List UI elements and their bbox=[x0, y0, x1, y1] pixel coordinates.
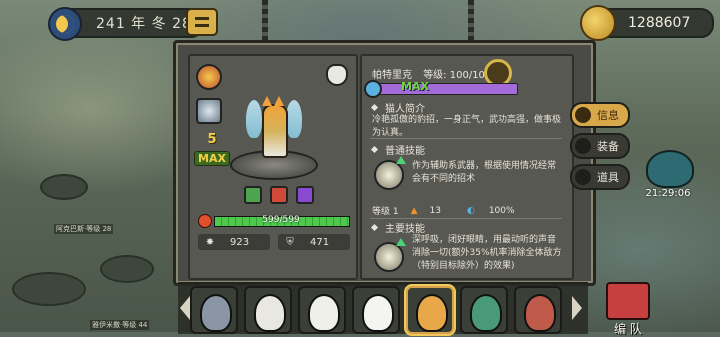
fire-icon: ▲ bbox=[410, 205, 418, 216]
exp-orb-icon bbox=[364, 80, 382, 98]
intro-text: 冷艳孤傲的豹招，一身正气，武功高强，做事极为认真。 bbox=[372, 115, 562, 138]
wing-left bbox=[246, 100, 262, 138]
character-ear bbox=[262, 96, 272, 106]
event-timer[interactable]: 21:29:06 bbox=[642, 150, 694, 200]
menu-icon bbox=[195, 17, 209, 27]
roster-hero-slot[interactable] bbox=[514, 286, 562, 334]
coin-count: 1288607 bbox=[628, 15, 691, 31]
tab-items-label: 道具 bbox=[597, 171, 619, 184]
team-formation-button[interactable]: 编 队 bbox=[600, 282, 656, 336]
hero-portrait bbox=[470, 294, 502, 332]
star-level-badge: 5 MAX bbox=[194, 132, 230, 166]
team-icon bbox=[606, 282, 650, 320]
background-rock bbox=[40, 174, 88, 200]
skill-level: 等级 1 bbox=[372, 207, 399, 217]
hero-portrait-card: 5 MAX 599/599 ✸ 923 ⛨ 471 bbox=[188, 54, 358, 280]
max-badge: MAX bbox=[194, 151, 230, 166]
roster-hero-slot[interactable] bbox=[352, 286, 400, 334]
coin-icon bbox=[580, 5, 616, 41]
attack-stat: ✸ 923 bbox=[198, 234, 270, 250]
exp-bar: MAX bbox=[370, 80, 518, 95]
nature-icon bbox=[244, 186, 262, 204]
hero-detail-card: 帕特里克 等级: 100/100 MAX 猫人简介 冷艳孤傲的豹招，一身正气，武… bbox=[360, 54, 574, 280]
hero-portrait bbox=[308, 294, 340, 332]
heart-icon bbox=[198, 214, 212, 228]
info-icon bbox=[575, 107, 591, 123]
roster-hero-slot[interactable] bbox=[460, 286, 508, 334]
panel-chain bbox=[262, 0, 268, 42]
divider bbox=[370, 138, 562, 139]
add-rabbit-icon[interactable] bbox=[326, 64, 348, 86]
background-rock bbox=[12, 272, 86, 306]
panel-chain bbox=[468, 0, 474, 42]
weapon-icon[interactable] bbox=[196, 98, 222, 124]
roster-next-arrow[interactable] bbox=[572, 296, 582, 320]
hero-portrait bbox=[254, 294, 286, 332]
roster-hero-slot-selected[interactable] bbox=[406, 286, 454, 334]
upgrade-arrow-icon bbox=[396, 156, 406, 164]
hp-text: 599/599 bbox=[262, 215, 300, 225]
star-level: 5 bbox=[207, 132, 217, 147]
tab-info-label: 信息 bbox=[597, 109, 619, 122]
main-skill-text: 深呼吸，闭好眼睛，用最动听的声音消除一切(额外35%机率消除全体敌方（特别目标除… bbox=[412, 235, 562, 271]
moon-phase-icon bbox=[48, 7, 82, 41]
defense-icon: ⛨ bbox=[286, 236, 294, 248]
shield-icon bbox=[575, 138, 591, 154]
normal-skill-title: 普通技能 bbox=[372, 142, 425, 157]
tab-equipment[interactable]: 装备 bbox=[570, 133, 630, 159]
hero-name-line: 帕特里克 等级: 100/100 bbox=[372, 66, 499, 81]
character-sprite bbox=[262, 104, 288, 158]
hero-portrait bbox=[362, 294, 394, 332]
date-display: 241 年 冬 28 bbox=[48, 7, 204, 41]
roster-prev-arrow[interactable] bbox=[180, 296, 190, 320]
npc-tag: 雅伊米撒·等级 44 bbox=[90, 320, 150, 330]
attack-value: 923 bbox=[230, 236, 250, 248]
magic-icon bbox=[296, 186, 314, 204]
bag-icon bbox=[575, 169, 591, 185]
skill-value-2: 100% bbox=[488, 205, 515, 216]
tab-items[interactable]: 道具 bbox=[570, 164, 630, 190]
upgrade-arrow-icon bbox=[396, 238, 406, 246]
hero-portrait bbox=[200, 294, 232, 332]
team-label: 编 队 bbox=[614, 322, 642, 336]
normal-skill-level-row: 等级 1 ▲ 13 ◐ 100% bbox=[372, 204, 515, 218]
normal-skill-icon[interactable] bbox=[374, 160, 404, 190]
tab-equipment-label: 装备 bbox=[597, 140, 619, 153]
background-rock bbox=[100, 255, 154, 283]
monster-icon bbox=[646, 150, 694, 188]
defense-value: 471 bbox=[310, 236, 330, 248]
timer-text: 21:29:06 bbox=[645, 188, 691, 199]
defense-stat: ⛨ 471 bbox=[278, 234, 350, 250]
hero-portrait bbox=[416, 294, 448, 332]
max-bar-label: MAX bbox=[401, 80, 429, 93]
shield-icon bbox=[270, 186, 288, 204]
wing-right bbox=[286, 100, 302, 138]
roster-hero-slot[interactable] bbox=[190, 286, 238, 334]
roster-hero-slot[interactable] bbox=[244, 286, 292, 334]
wave-icon: ◐ bbox=[466, 205, 475, 216]
attack-icon: ✸ bbox=[205, 236, 215, 248]
character-ear bbox=[274, 96, 284, 106]
coin-display: 1288607 bbox=[580, 5, 714, 41]
hp-row: 599/599 bbox=[198, 214, 350, 228]
divider bbox=[370, 218, 562, 219]
hero-level: 等级: 100/100 bbox=[423, 70, 492, 81]
date-text: 241 年 冬 28 bbox=[96, 16, 192, 32]
normal-skill-text: 作为辅助系武器，根据使用情况经常会有不同的招术 bbox=[412, 161, 557, 184]
hero-portrait bbox=[524, 294, 556, 332]
main-skill-title: 主要技能 bbox=[372, 220, 425, 235]
roster-hero-slot[interactable] bbox=[298, 286, 346, 334]
main-skill-icon[interactable] bbox=[374, 242, 404, 272]
menu-button[interactable] bbox=[186, 8, 218, 36]
npc-tag: 阿克巴斯·等级 28 bbox=[54, 224, 114, 234]
intro-title: 猫人简介 bbox=[372, 100, 425, 115]
attribute-icons bbox=[244, 186, 314, 204]
element-icon bbox=[196, 64, 222, 90]
skill-value-1: 13 bbox=[429, 205, 441, 216]
tab-info[interactable]: 信息 bbox=[570, 102, 630, 128]
